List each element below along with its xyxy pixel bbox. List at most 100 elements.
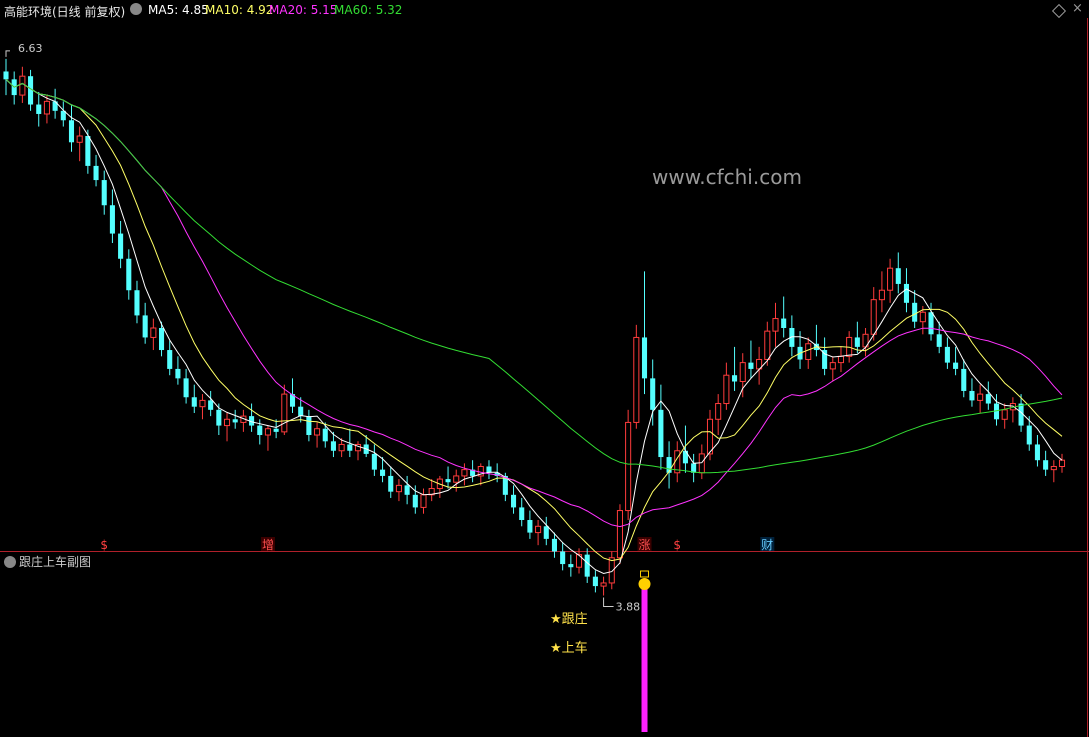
- stock-title: 高能环境(日线 前复权): [4, 5, 126, 19]
- candle-body: [837, 355, 845, 364]
- candle-body: [167, 350, 173, 369]
- candle-body: [1058, 459, 1066, 467]
- candle-body: [338, 443, 345, 452]
- candle-body: [698, 453, 705, 474]
- candle-body: [1001, 409, 1008, 420]
- close-icon[interactable]: ×: [1072, 1, 1083, 16]
- candle-body: [903, 283, 910, 303]
- candle-body: [1050, 465, 1057, 471]
- candle-body: [142, 315, 148, 338]
- candle-body: [732, 375, 738, 382]
- candle-body: [829, 362, 836, 370]
- candle-body: [191, 397, 197, 407]
- candle-body: [739, 362, 746, 383]
- candle-body: [870, 299, 877, 335]
- watermark: www.cfchi.com: [652, 165, 802, 189]
- candle-body: [985, 394, 991, 404]
- candle-body: [420, 494, 427, 508]
- candle-body: [232, 419, 238, 423]
- ma5-label: MA5: 4.85: [148, 3, 209, 17]
- candle-body: [101, 180, 107, 206]
- candle-body: [175, 368, 181, 379]
- candle-body: [264, 428, 271, 436]
- candle-body: [126, 258, 132, 291]
- candle-body: [584, 554, 590, 577]
- candle-body: [461, 469, 468, 477]
- signal-label-board: ★上车: [550, 641, 588, 656]
- candle-body: [805, 343, 812, 360]
- candle-body: [936, 334, 942, 347]
- candle-body: [878, 289, 885, 301]
- candle-body: [257, 425, 263, 436]
- candle-body: [854, 337, 860, 347]
- candle-body: [919, 311, 926, 323]
- candle-body: [199, 399, 206, 408]
- candle-body: [109, 205, 115, 234]
- candle-body: [1043, 460, 1049, 470]
- candle-body: [633, 336, 640, 423]
- high-price-label: 6.63: [18, 42, 43, 55]
- candle-body: [43, 100, 50, 115]
- event-marker-label: $: [673, 538, 681, 552]
- candle-body: [150, 327, 157, 338]
- candle-body: [1026, 425, 1032, 445]
- candle-body: [764, 330, 771, 360]
- candle-body: [314, 428, 321, 436]
- candle-body: [895, 268, 901, 284]
- candle-body: [961, 368, 967, 391]
- candle-body: [650, 378, 656, 410]
- candle-body: [36, 104, 42, 114]
- event-marker-label: 涨: [639, 537, 651, 552]
- signal-ball: [638, 578, 651, 590]
- candle-body: [395, 484, 402, 493]
- chevron-down-icon[interactable]: [4, 556, 16, 568]
- candle-body: [748, 362, 754, 369]
- candle-body: [19, 75, 26, 96]
- candle-body: [543, 526, 549, 539]
- candle-body: [928, 312, 934, 335]
- candle-body: [625, 421, 632, 512]
- candle-body: [772, 318, 779, 332]
- candle-body: [666, 457, 672, 473]
- ma10-label: MA10: 4.92: [205, 3, 274, 17]
- candle-body: [85, 136, 91, 166]
- candle-body: [118, 233, 124, 259]
- chart-background: [0, 0, 1089, 737]
- candle-body: [568, 564, 574, 568]
- candle-body: [93, 165, 99, 181]
- candle-body: [781, 318, 787, 328]
- candle-body: [969, 390, 975, 401]
- candle-body: [953, 362, 959, 369]
- chart-stage: 6.63 3.88 $ 增 涨 $ 财: [0, 0, 1089, 737]
- candle-body: [412, 494, 418, 508]
- candle-body: [822, 350, 828, 369]
- candle-body: [723, 374, 730, 405]
- event-marker-label: 增: [262, 538, 274, 552]
- candle-body: [527, 520, 533, 533]
- ma20-label: MA20: 5.15: [269, 3, 338, 17]
- candle-body: [682, 450, 688, 464]
- candle-body: [223, 418, 231, 427]
- candle-body: [322, 428, 328, 442]
- signal-bar: [641, 584, 648, 732]
- candle-body: [977, 393, 984, 401]
- event-marker-label: 财: [761, 538, 773, 552]
- candle-body: [404, 485, 410, 495]
- candle-body: [715, 403, 722, 420]
- candle-body: [944, 346, 950, 363]
- candle-body: [183, 378, 189, 398]
- candle-body: [281, 393, 288, 433]
- candle-body: [600, 582, 607, 587]
- low-price-label: 3.88: [616, 601, 641, 614]
- candle-body: [371, 453, 377, 470]
- sub-panel-title: 跟庄上车副图: [4, 553, 91, 570]
- candle-body: [658, 409, 664, 458]
- candle-body: [551, 538, 558, 552]
- signal-label-follow: ★跟庄: [550, 612, 588, 627]
- candle-body: [68, 120, 75, 143]
- candle-body: [380, 469, 386, 476]
- ma60-label: MA60: 5.32: [334, 3, 403, 17]
- chevron-down-icon[interactable]: [130, 3, 142, 15]
- candle-body: [1034, 444, 1040, 461]
- candle-body: [134, 290, 140, 316]
